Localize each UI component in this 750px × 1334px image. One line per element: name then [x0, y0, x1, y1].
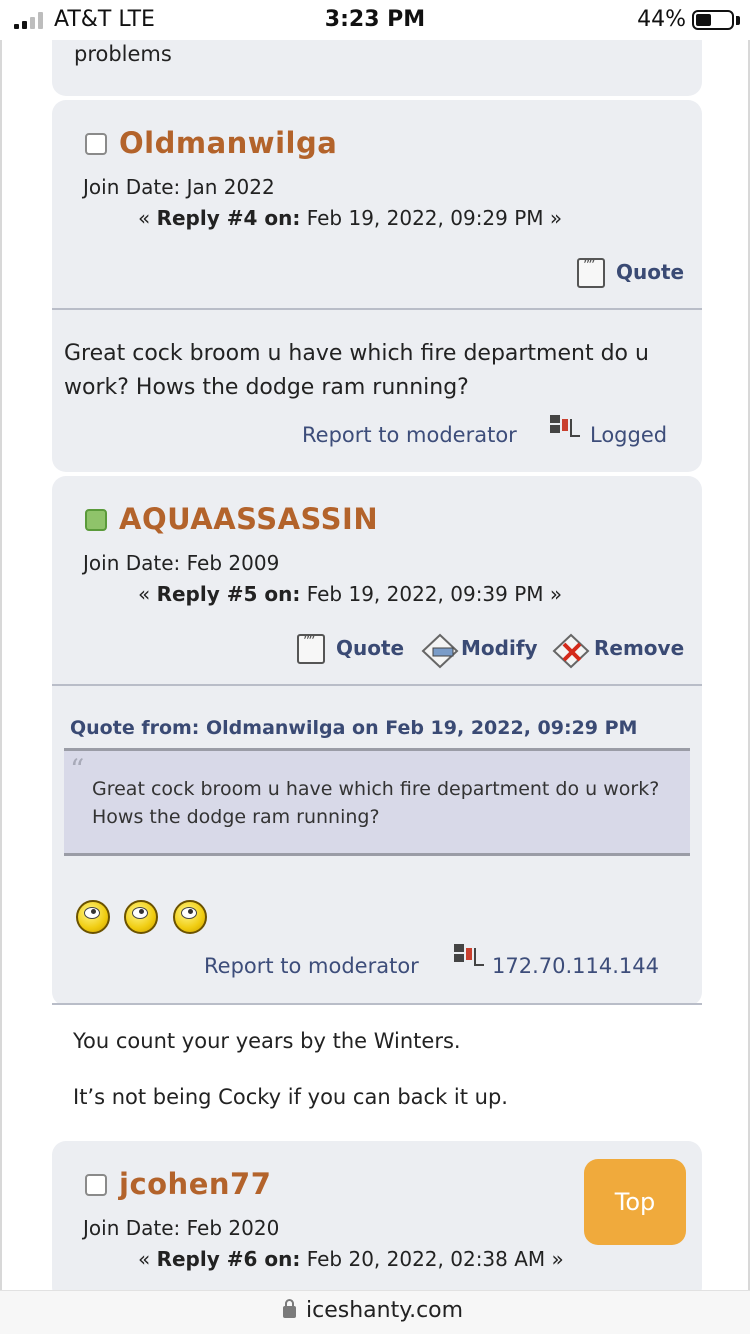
- reply-info[interactable]: « Reply #5 on: Feb 19, 2022, 09:39 PM »: [138, 582, 562, 606]
- reply-info[interactable]: « Reply #6 on: Feb 20, 2022, 02:38 AM »: [138, 1247, 564, 1271]
- reply-date: Feb 19, 2022, 09:39 PM: [306, 582, 544, 606]
- previous-post-text: problems: [74, 42, 172, 66]
- quote-text: Great cock broom u have which fire depar…: [92, 778, 660, 828]
- reply-date: Feb 20, 2022, 02:38 AM: [306, 1247, 546, 1271]
- reply-close-marker: »: [543, 582, 563, 606]
- smiley-icon: [124, 900, 158, 934]
- smiley-icon: [173, 900, 207, 934]
- quote-button[interactable]: Quote: [616, 260, 684, 284]
- post-header-divider: [52, 308, 702, 310]
- report-to-moderator-link[interactable]: Report to moderator: [204, 954, 419, 978]
- reply-label: Reply #4 on:: [156, 206, 301, 230]
- reply-open-marker: «: [138, 206, 157, 230]
- join-date: Join Date: Feb 2020: [83, 1216, 280, 1240]
- join-date: Join Date: Jan 2022: [83, 175, 275, 199]
- quote-header[interactable]: Quote from: Oldmanwilga on Feb 19, 2022,…: [70, 717, 637, 739]
- post-username[interactable]: Oldmanwilga: [119, 126, 337, 160]
- smiley-icon: [76, 900, 110, 934]
- reply-date: Feb 19, 2022, 09:29 PM: [306, 206, 544, 230]
- reply-label: Reply #6 on:: [156, 1247, 301, 1271]
- reply-info[interactable]: « Reply #4 on: Feb 19, 2022, 09:29 PM »: [138, 206, 562, 230]
- reply-open-marker: «: [138, 582, 157, 606]
- address-bar[interactable]: iceshanty.com: [0, 1290, 750, 1334]
- quote-icon[interactable]: [297, 634, 325, 664]
- url-text[interactable]: iceshanty.com: [306, 1298, 463, 1323]
- modify-button[interactable]: Modify: [461, 636, 538, 660]
- ip-tracker-icon: [454, 944, 484, 970]
- ip-tracker-icon: [550, 415, 580, 441]
- battery-percent: 44%: [637, 7, 686, 32]
- battery-icon: [692, 10, 734, 30]
- battery-cap: [736, 16, 740, 25]
- join-date: Join Date: Feb 2009: [83, 551, 280, 575]
- online-status-icon: [85, 509, 107, 531]
- post-body: Great cock broom u have which fire depar…: [64, 341, 649, 400]
- lock-icon: [283, 1299, 296, 1318]
- remove-button[interactable]: Remove: [594, 636, 684, 660]
- logged-label: Logged: [590, 423, 668, 447]
- signature-line: It’s not being Cocky if you can back it …: [73, 1085, 508, 1109]
- reply-close-marker: »: [543, 206, 563, 230]
- reply-open-marker: «: [138, 1247, 157, 1271]
- scroll-to-top-button[interactable]: Top: [584, 1159, 686, 1245]
- modify-icon[interactable]: [421, 632, 461, 670]
- status-bar: AT&T LTE 3:23 PM 44%: [0, 0, 750, 40]
- offline-status-icon: [85, 133, 107, 155]
- remove-icon[interactable]: [552, 632, 592, 670]
- offline-status-icon: [85, 1174, 107, 1196]
- page-left-border: [0, 40, 2, 1290]
- post-username[interactable]: AQUAASSASSIN: [119, 502, 378, 536]
- post-card-reply-4: Oldmanwilga Join Date: Jan 2022 « Reply …: [52, 100, 702, 472]
- post-header-divider: [52, 684, 702, 686]
- post-card-reply-5: AQUAASSASSIN Join Date: Feb 2009 « Reply…: [52, 476, 702, 1006]
- ip-address: 172.70.114.144: [492, 954, 659, 978]
- post-username[interactable]: jcohen77: [119, 1167, 271, 1201]
- signature-line: You count your years by the Winters.: [73, 1029, 461, 1053]
- quote-mark-icon: “: [70, 753, 85, 786]
- signature: You count your years by the Winters. It’…: [52, 1005, 702, 1141]
- quote-button[interactable]: Quote: [336, 636, 404, 660]
- quote-icon[interactable]: [577, 258, 605, 288]
- quote-block: “ Great cock broom u have which fire dep…: [64, 748, 690, 856]
- reply-label: Reply #5 on:: [156, 582, 301, 606]
- report-to-moderator-link[interactable]: Report to moderator: [302, 423, 517, 447]
- reply-close-marker: »: [545, 1247, 564, 1271]
